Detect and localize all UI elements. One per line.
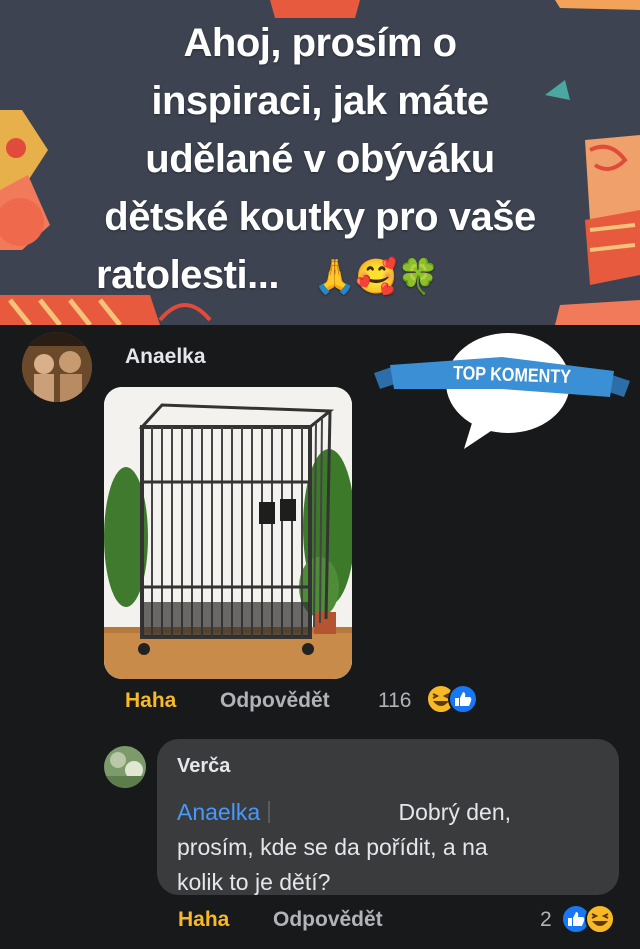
- avatar-image: [104, 746, 146, 788]
- post-title-last-text: ratolesti...: [96, 253, 279, 297]
- comment-photo[interactable]: [104, 387, 352, 679]
- avatar[interactable]: [22, 332, 92, 402]
- reaction-count[interactable]: 116: [378, 689, 411, 713]
- reaction-count[interactable]: 2: [540, 908, 552, 932]
- post-title: Ahoj, prosím o inspiraci, jak máte uděla…: [40, 14, 600, 306]
- top-comments-badge: TOP KOMENTY: [372, 331, 632, 455]
- reply-author[interactable]: Verča: [177, 755, 230, 778]
- parrot-cage-photo: [104, 387, 352, 679]
- speech-bubble-icon: [374, 333, 630, 449]
- haha-icon: [585, 904, 615, 934]
- top-comments-label: TOP KOMENTY: [452, 362, 572, 389]
- reply-bubble[interactable]: Verča Anaelka Dobrý den, prosím, kde se …: [157, 739, 619, 895]
- reply-text-line: Dobrý den,: [398, 799, 512, 825]
- post-header: Ahoj, prosím o inspiraci, jak máte uděla…: [0, 0, 640, 325]
- reply-text-line: kolik to je dětí?: [177, 869, 331, 895]
- reply-text-line: prosím, kde se da pořídit, a na: [177, 834, 488, 860]
- reply-button[interactable]: Odpovědět: [220, 689, 330, 713]
- reply-button[interactable]: Odpovědět: [273, 908, 383, 932]
- reply-text: Anaelka Dobrý den, prosím, kde se da poř…: [177, 795, 577, 900]
- reactions-summary[interactable]: [425, 683, 481, 715]
- post-title-line: Ahoj, prosím o: [183, 21, 458, 65]
- reactions-summary[interactable]: [560, 903, 618, 935]
- post-title-line: dětské koutky pro vaše: [104, 195, 536, 239]
- post-title-line: udělané v obýváku: [145, 137, 495, 181]
- mention-link[interactable]: Anaelka: [177, 799, 260, 825]
- avatar-image: [22, 332, 92, 402]
- comment-author[interactable]: Anaelka: [125, 345, 206, 369]
- avatar[interactable]: [104, 746, 146, 788]
- like-icon: [448, 684, 478, 714]
- post-title-emojis: 🙏🥰🍀: [313, 258, 440, 296]
- post-title-line: inspiraci, jak máte: [151, 79, 489, 123]
- mention-caret: [268, 801, 271, 823]
- comments-section: Anaelka TOP KOMENTY Haha Odpovědět 116 V…: [0, 325, 640, 949]
- haha-button[interactable]: Haha: [178, 908, 229, 932]
- post-title-line: ratolesti... 🙏🥰🍀: [40, 246, 600, 306]
- haha-button[interactable]: Haha: [125, 689, 176, 713]
